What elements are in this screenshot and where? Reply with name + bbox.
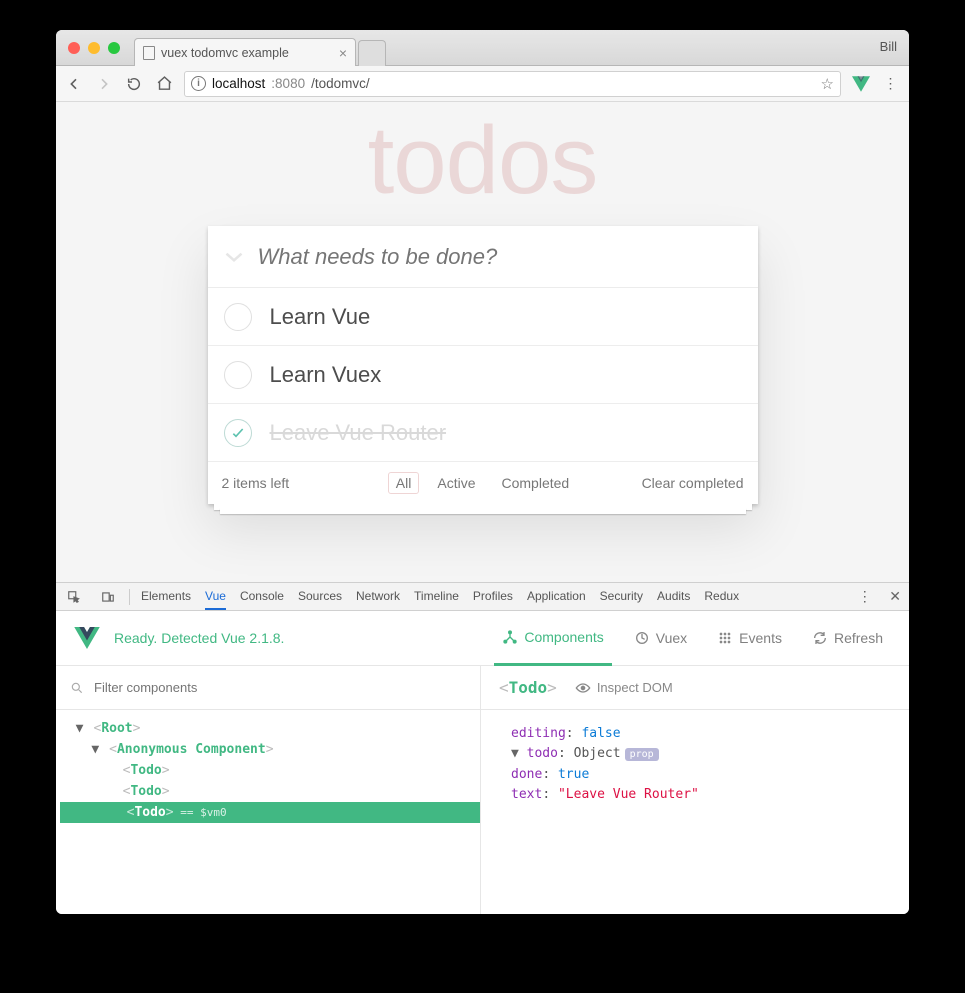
eye-icon — [575, 682, 591, 694]
url-port: :8080 — [271, 76, 305, 91]
clear-completed-button[interactable]: Clear completed — [642, 475, 744, 491]
devtools-tab-timeline[interactable]: Timeline — [414, 589, 459, 604]
prop-row[interactable]: ▼ todo: Objectprop — [511, 744, 879, 765]
check-icon — [230, 425, 246, 441]
todo-footer: 2 items left All Active Completed Clear … — [208, 462, 758, 504]
prop-row[interactable]: done: true — [511, 765, 879, 785]
tab-events[interactable]: Events — [709, 611, 790, 666]
vue-extension-icon[interactable] — [851, 74, 871, 94]
toggle-all-icon[interactable] — [224, 251, 258, 263]
tree-row-todo-selected[interactable]: <Todo> == $vm0 — [60, 802, 480, 823]
page-icon — [143, 46, 155, 60]
devtools-tab-console[interactable]: Console — [240, 589, 284, 604]
component-tree[interactable]: ▼ <Root> ▼ <Anonymous Component> <Todo> … — [56, 710, 480, 831]
search-icon — [70, 681, 84, 695]
devtools-tab-sources[interactable]: Sources — [298, 589, 342, 604]
new-todo-row — [208, 226, 758, 288]
tree-row-todo[interactable]: <Todo> — [60, 781, 476, 802]
filter-all[interactable]: All — [388, 472, 420, 494]
todo-label: Learn Vuex — [270, 362, 382, 388]
inspect-dom-button[interactable]: Inspect DOM — [575, 680, 673, 695]
devtools-panel: Elements Vue Console Sources Network Timeline… — [56, 582, 909, 914]
devtools-tab-elements[interactable]: Elements — [141, 589, 191, 604]
new-todo-input[interactable] — [258, 244, 742, 270]
device-toolbar-icon[interactable] — [98, 587, 118, 607]
devtools-tab-audits[interactable]: Audits — [657, 589, 690, 604]
todo-label: Learn Vue — [270, 304, 371, 330]
devtools-tabs: Elements Vue Console Sources Network Timeline… — [56, 583, 909, 611]
forward-button[interactable] — [94, 74, 114, 94]
tab-components[interactable]: Components — [494, 611, 611, 666]
selected-component-tag: <Todo> — [499, 678, 557, 697]
devtools-tab-profiles[interactable]: Profiles — [473, 589, 513, 604]
profile-name[interactable]: Bill — [880, 39, 897, 54]
devtools-tab-vue[interactable]: Vue — [205, 589, 226, 610]
devtools-tab-redux[interactable]: Redux — [704, 589, 739, 604]
app-heading: todos — [56, 102, 909, 216]
tab-title: vuex todomvc example — [161, 46, 289, 60]
tab-refresh[interactable]: Refresh — [804, 611, 891, 666]
back-button[interactable] — [64, 74, 84, 94]
titlebar: vuex todomvc example × Bill — [56, 30, 909, 66]
inspect-element-icon[interactable] — [64, 587, 84, 607]
component-props: editing: false ▼ todo: Objectprop done: … — [481, 710, 909, 819]
browser-tab[interactable]: vuex todomvc example × — [134, 38, 356, 66]
minimize-window-button[interactable] — [88, 42, 100, 54]
tree-row-todo[interactable]: <Todo> — [60, 760, 476, 781]
reload-button[interactable] — [124, 74, 144, 94]
toggle-complete-button[interactable] — [224, 361, 252, 389]
inspector-pane: <Todo> Inspect DOM editing: false ▼ todo… — [481, 666, 909, 914]
vue-logo-icon — [74, 627, 100, 649]
vue-status-label: Ready. Detected Vue 2.1.8. — [114, 630, 284, 646]
prop-row[interactable]: text: "Leave Vue Router" — [511, 785, 879, 805]
filter-components-input[interactable] — [94, 680, 466, 695]
new-tab-button[interactable] — [358, 40, 386, 66]
toggle-complete-button[interactable] — [224, 303, 252, 331]
filter-active[interactable]: Active — [429, 472, 483, 494]
close-tab-button[interactable]: × — [339, 45, 347, 61]
url-host: localhost — [212, 76, 265, 91]
tree-row-anonymous[interactable]: ▼ <Anonymous Component> — [60, 739, 476, 760]
vue-panes: ▼ <Root> ▼ <Anonymous Component> <Todo> … — [56, 666, 909, 914]
component-tree-pane: ▼ <Root> ▼ <Anonymous Component> <Todo> … — [56, 666, 481, 914]
window-controls — [56, 42, 132, 54]
prop-row[interactable]: editing: false — [511, 724, 879, 744]
browser-window: vuex todomvc example × Bill i localhost:… — [56, 30, 909, 914]
bookmark-icon[interactable]: ☆ — [821, 75, 834, 93]
toggle-complete-button[interactable] — [224, 419, 252, 447]
home-button[interactable] — [154, 74, 174, 94]
menu-button[interactable]: ⋮ — [881, 74, 901, 94]
devtools-menu-button[interactable]: ⋮ — [855, 587, 875, 607]
devtools-tab-application[interactable]: Application — [527, 589, 586, 604]
devtools-tab-security[interactable]: Security — [600, 589, 643, 604]
filter-completed[interactable]: Completed — [493, 472, 577, 494]
todo-item[interactable]: Leave Vue Router — [208, 404, 758, 462]
maximize-window-button[interactable] — [108, 42, 120, 54]
close-devtools-button[interactable]: ✕ — [889, 588, 901, 605]
site-info-icon[interactable]: i — [191, 76, 206, 91]
todo-item[interactable]: Learn Vuex — [208, 346, 758, 404]
close-window-button[interactable] — [68, 42, 80, 54]
todo-app: Learn Vue Learn Vuex Leave Vue Router 2 it… — [208, 226, 758, 504]
card-stack-decoration — [208, 504, 758, 512]
vue-devtools-bar: Ready. Detected Vue 2.1.8. Components Vu… — [56, 611, 909, 666]
address-bar[interactable]: i localhost :8080/todomvc/ ☆ — [184, 71, 841, 97]
page-viewport: todos Learn Vue Learn Vuex Leave Vue Route… — [56, 102, 909, 582]
todo-label: Leave Vue Router — [270, 420, 447, 446]
browser-toolbar: i localhost :8080/todomvc/ ☆ ⋮ — [56, 66, 909, 102]
url-path: /todomvc/ — [311, 76, 370, 91]
devtools-tab-network[interactable]: Network — [356, 589, 400, 604]
tab-vuex[interactable]: Vuex — [626, 611, 695, 666]
tree-row-root[interactable]: ▼ <Root> — [60, 718, 476, 739]
todo-item[interactable]: Learn Vue — [208, 288, 758, 346]
items-left-label: 2 items left — [222, 475, 290, 491]
